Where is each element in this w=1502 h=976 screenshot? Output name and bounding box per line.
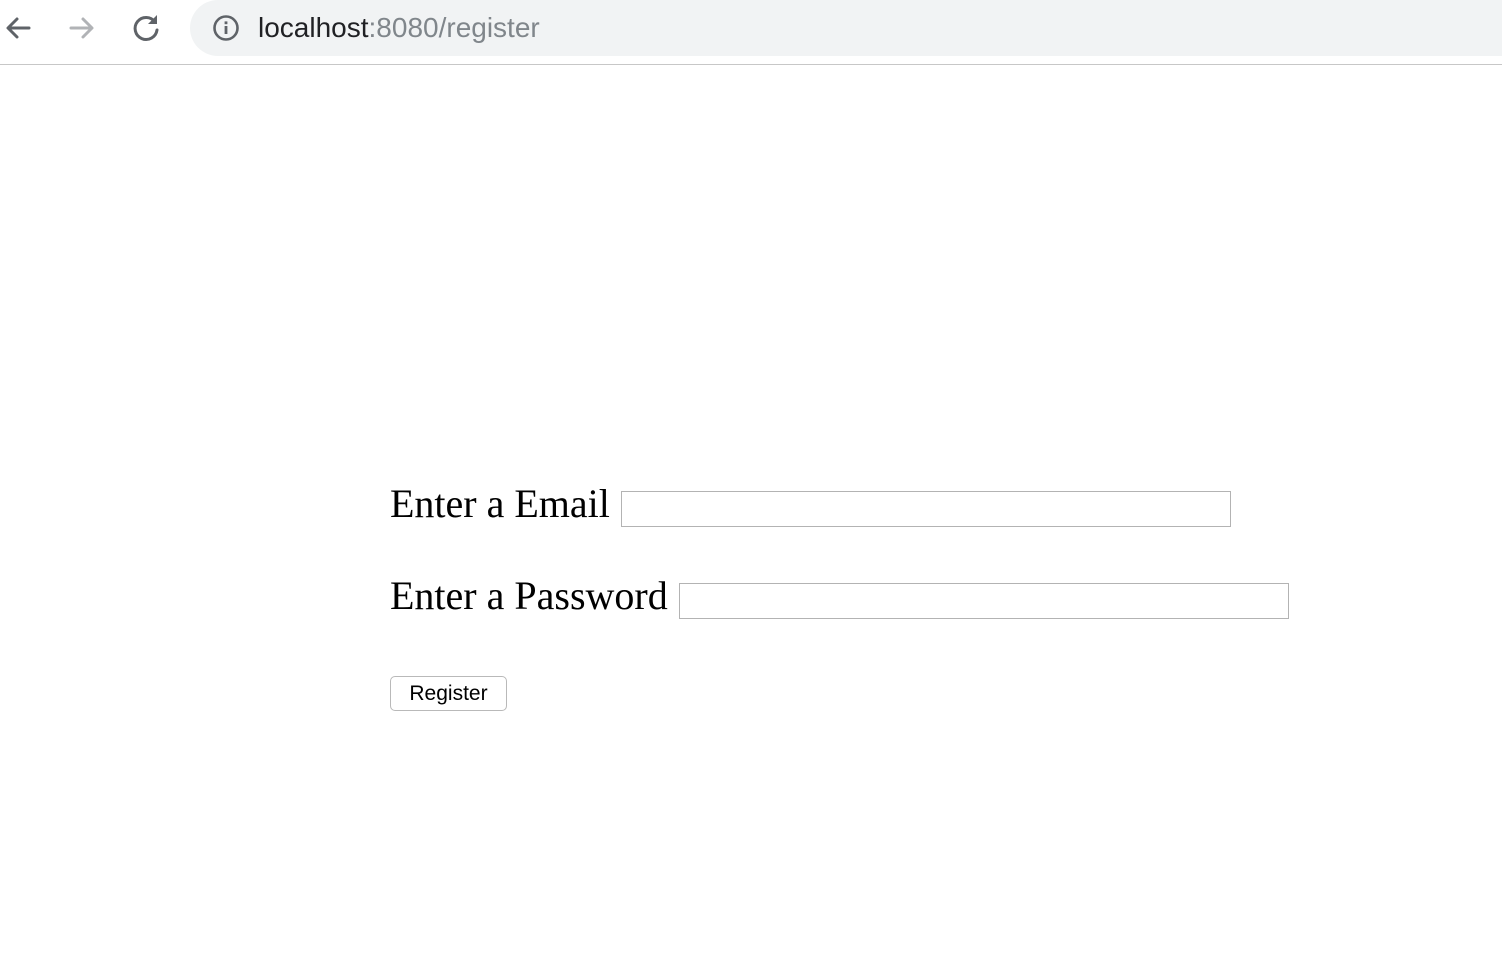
reload-button[interactable] [128,10,164,46]
email-field[interactable] [621,491,1231,527]
back-button[interactable] [0,10,36,46]
address-bar[interactable]: localhost:8080/register [190,0,1502,56]
url-path: :8080/register [368,12,540,43]
info-circle-icon[interactable] [210,14,242,42]
arrow-left-icon [6,17,31,39]
email-label: Enter a Email [390,481,610,526]
forward-button[interactable] [64,10,100,46]
url-host: localhost [258,12,369,43]
browser-toolbar: localhost:8080/register [0,0,1502,65]
password-field[interactable] [679,583,1289,619]
url-text: localhost:8080/register [258,10,540,46]
arrow-right-icon [69,17,94,39]
register-button[interactable]: Register [390,676,507,711]
password-label: Enter a Password [390,573,668,618]
reload-icon [133,15,159,41]
